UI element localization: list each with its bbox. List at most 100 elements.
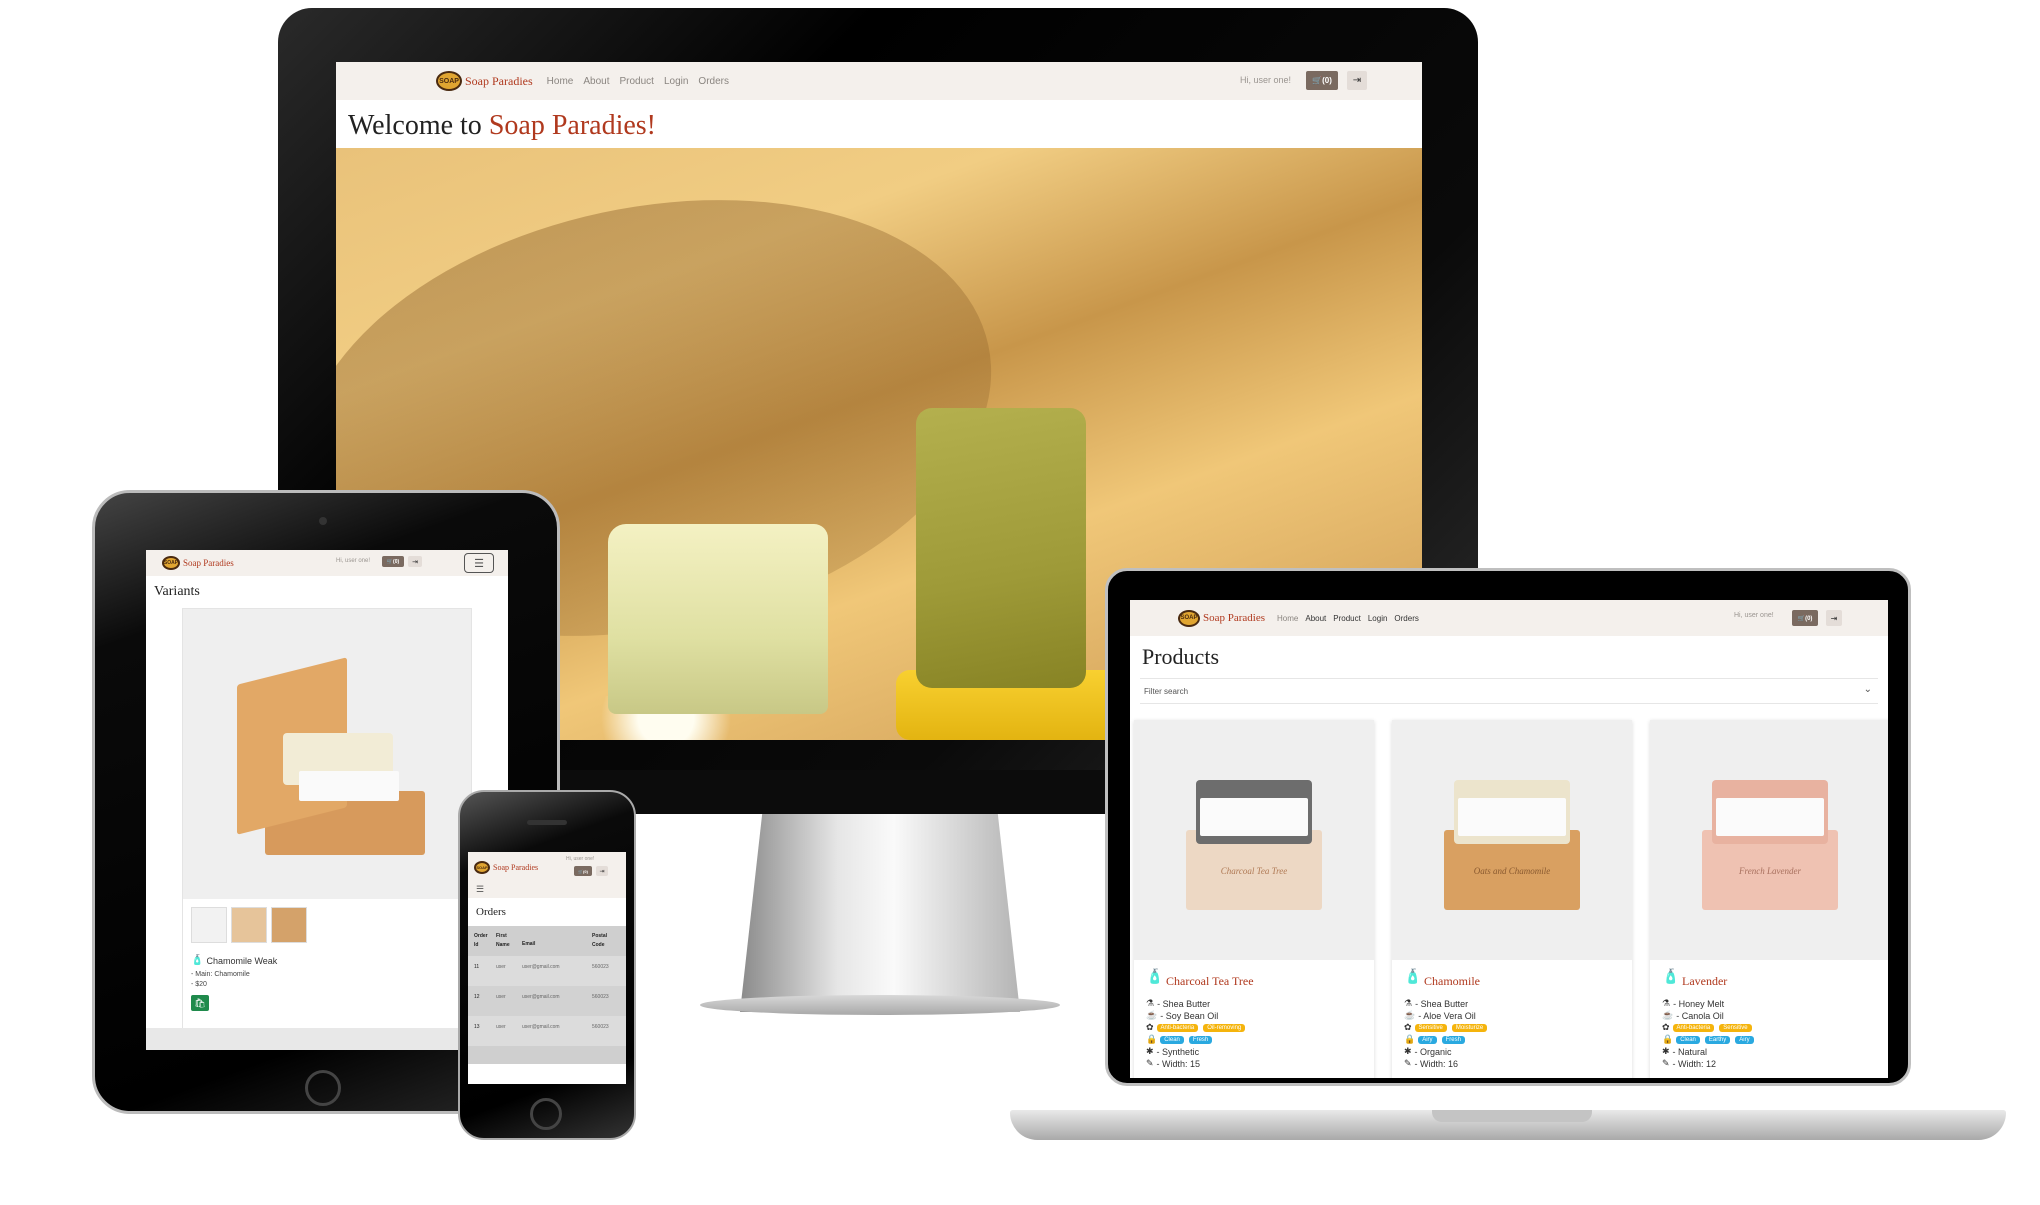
oil-lamp-icon: ☕ [1146, 1010, 1158, 1020]
variant-thumbnail[interactable] [191, 907, 227, 943]
laptop-navbar: SOAP Soap Paradies Home About Product Lo… [1130, 600, 1888, 636]
nav-about-link[interactable]: About [1305, 614, 1326, 623]
base-text: - Honey Melt [1673, 998, 1725, 1009]
nav-orders-link[interactable]: Orders [698, 76, 729, 87]
chevron-down-icon[interactable]: ⌄ [1864, 684, 1872, 695]
product-card[interactable]: Charcoal Tea Tree 🧴 Charcoal Tea Tree ⚗ -… [1134, 720, 1374, 1078]
variant-price: - $20 [191, 981, 207, 988]
spray-icon: ✱ [1404, 1046, 1412, 1056]
tag-badge: Anti-bacteria [1672, 1023, 1715, 1032]
cell-email: user@gmail.com [522, 964, 560, 970]
base-text: - Shea Butter [1157, 998, 1211, 1009]
cell-email: user@gmail.com [522, 1024, 560, 1030]
product-image: French Lavender [1650, 720, 1888, 960]
nav-login-link[interactable]: Login [1368, 614, 1388, 623]
orders-table: Order Id First Name Email Postal Code 11… [468, 926, 626, 1064]
product-benefit-tags: ✿ Anti-bacteria Sensitive [1662, 1022, 1754, 1033]
cell-order-id: 11 [474, 964, 480, 970]
cart-button[interactable]: 🛒(0) [1306, 71, 1338, 90]
nav-home-link[interactable]: Home [1277, 614, 1298, 623]
nav-about-link[interactable]: About [583, 76, 609, 87]
tag-badge: Fresh [1441, 1035, 1465, 1044]
paw-icon: ✿ [1404, 1022, 1412, 1032]
lock-icon: 🔒 [1662, 1034, 1674, 1044]
nav-login-link[interactable]: Login [664, 76, 688, 87]
variant-thumbnail[interactable] [271, 907, 307, 943]
cell-email: user@gmail.com [522, 994, 560, 1000]
phone-home-button [530, 1098, 562, 1130]
monitor-stand-base [700, 995, 1060, 1015]
brand-logo[interactable]: SOAP Soap Paradies [436, 71, 533, 91]
variants-heading: Variants [154, 584, 200, 599]
product-oil: ☕ - Soy Bean Oil [1146, 1010, 1218, 1021]
oil-lamp-icon: ☕ [1662, 1010, 1674, 1020]
variant-card: 🧴 Chamomile Weak - Main: Chamomile - $20… [182, 608, 472, 1040]
nav-product-link[interactable]: Product [619, 76, 653, 87]
cart-button[interactable]: 🛒(0) [1792, 610, 1818, 626]
product-card[interactable]: French Lavender 🧴 Lavender ⚗ - Honey Melt… [1650, 720, 1888, 1078]
oil-text: - Aloe Vera Oil [1418, 1010, 1476, 1021]
add-to-cart-icon[interactable]: 🛍 [191, 995, 209, 1011]
welcome-brand: Soap Paradies! [488, 110, 656, 141]
logout-icon[interactable]: ⇥ [408, 556, 422, 567]
table-row: 12 user user@gmail.com 560023 [468, 986, 626, 1016]
nav-orders-link[interactable]: Orders [1394, 614, 1418, 623]
lock-icon: 🔒 [1146, 1034, 1158, 1044]
soap-logo-icon: SOAP [474, 860, 490, 874]
product-name[interactable]: Lavender [1682, 974, 1727, 989]
nav-home-link[interactable]: Home [547, 76, 574, 87]
hamburger-menu-icon[interactable]: ☰ [476, 884, 484, 895]
cart-button[interactable]: 🛒(0) [574, 866, 592, 876]
flask-icon: ⚗ [1146, 998, 1155, 1008]
tag-badge: Moisturize [1451, 1023, 1488, 1032]
tablet-screen: SOAP Soap Paradies Hi, user one! 🛒(0) ⇥ … [146, 550, 508, 1050]
user-greeting: Hi, user one! [336, 558, 371, 564]
user-greeting: Hi, user one! [1734, 612, 1774, 619]
variant-thumbnail[interactable] [231, 907, 267, 943]
tag-badge: Oil-removing [1203, 1023, 1246, 1032]
soap-dispenser-icon: 🧴 [1662, 968, 1680, 984]
cell-postal-code: 560023 [592, 1024, 609, 1030]
tag-badge: Clean [1676, 1035, 1700, 1044]
product-scent-tags: 🔒 Clean Earthy Airy [1662, 1034, 1756, 1045]
tablet-footer-area [146, 1028, 508, 1050]
base-text: - Shea Butter [1415, 998, 1469, 1009]
responsive-mockup-scene: SOAP Soap Paradies Home About Product Lo… [0, 0, 2040, 1205]
phone-brand-logo[interactable]: SOAP Soap Paradies [474, 860, 538, 874]
product-width: ✎ - Width: 12 [1662, 1058, 1716, 1069]
filter-search-select[interactable]: Filter search ⌄ [1140, 678, 1878, 704]
flask-icon: ⚗ [1662, 998, 1671, 1008]
cart-button[interactable]: 🛒(0) [382, 556, 404, 567]
logout-icon[interactable]: ⇥ [1347, 71, 1367, 90]
laptop-brand-logo[interactable]: SOAP Soap Paradies [1178, 609, 1265, 627]
product-card[interactable]: Oats and Chamomile 🧴 Chamomile ⚗ - Shea B… [1392, 720, 1632, 1078]
hero-soap-bar-light [608, 524, 828, 714]
logout-icon[interactable]: ⇥ [596, 866, 608, 876]
cell-postal-code: 560023 [592, 994, 609, 1000]
soap-dispenser-icon: 🧴 [1404, 968, 1422, 984]
table-row: 13 user user@gmail.com 560023 [468, 1016, 626, 1046]
product-name[interactable]: Chamomile [1424, 974, 1480, 989]
product-width: ✎ - Width: 16 [1404, 1058, 1458, 1069]
hamburger-menu-icon[interactable]: ☰ [464, 553, 494, 573]
product-name[interactable]: Charcoal Tea Tree [1166, 974, 1254, 989]
desktop-navbar: SOAP Soap Paradies Home About Product Lo… [336, 62, 1422, 100]
soap-label [1200, 798, 1308, 836]
paw-icon: ✿ [1662, 1022, 1670, 1032]
nav-product-link[interactable]: Product [1333, 614, 1361, 623]
box-script-text: French Lavender [1739, 866, 1801, 876]
product-fragrance: ✱ - Natural [1662, 1046, 1707, 1057]
cell-first-name: user [496, 964, 506, 970]
tablet-brand-logo[interactable]: SOAP Soap Paradies [162, 556, 234, 570]
logout-icon[interactable]: ⇥ [1826, 610, 1842, 626]
product-scent-tags: 🔒 Clean Fresh [1146, 1034, 1214, 1045]
cell-postal-code: 560023 [592, 964, 609, 970]
cell-order-id: 12 [474, 994, 480, 1000]
welcome-prefix: Welcome to [348, 110, 489, 141]
product-base: ⚗ - Shea Butter [1404, 998, 1468, 1009]
width-text: - Width: 15 [1156, 1058, 1201, 1069]
soap-label [299, 771, 399, 801]
oil-text: - Canola Oil [1676, 1010, 1724, 1021]
tablet-navbar: SOAP Soap Paradies Hi, user one! 🛒(0) ⇥ … [146, 550, 508, 576]
ruler-icon: ✎ [1404, 1058, 1412, 1068]
